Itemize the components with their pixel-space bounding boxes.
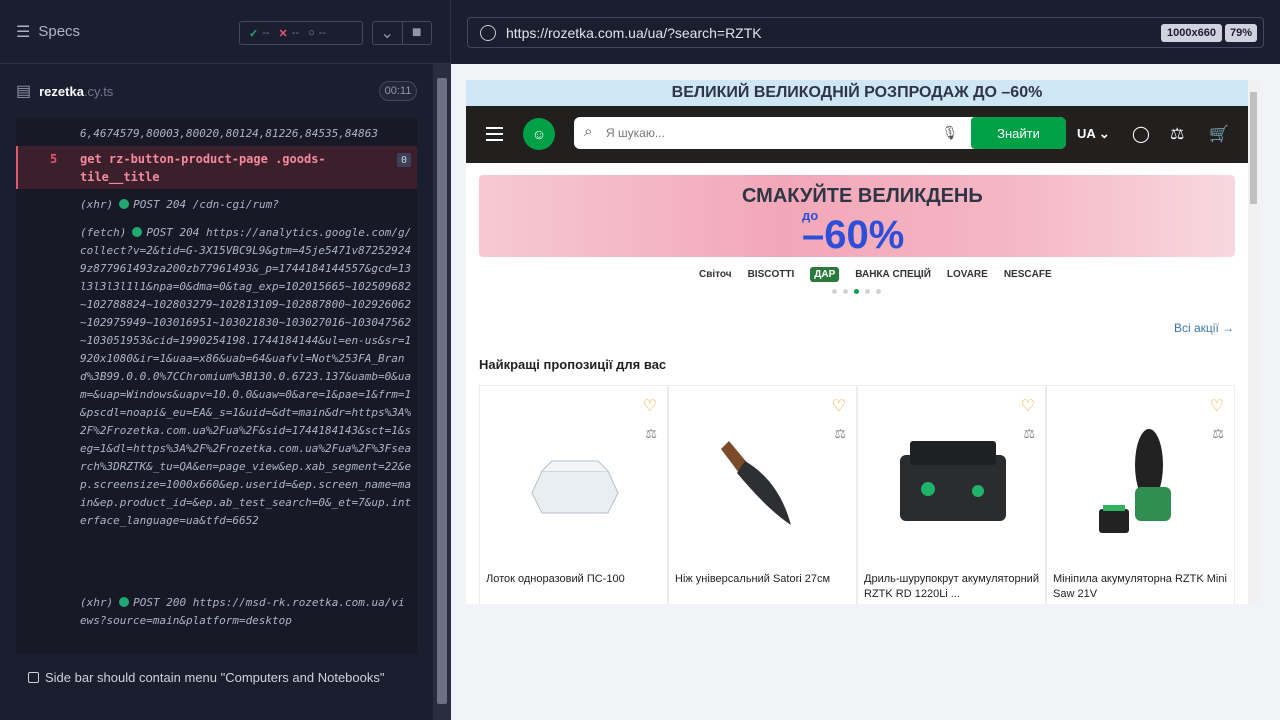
product-title[interactable]: Лоток одноразовий ПС-100 [486, 572, 661, 587]
banner-title: СМАКУЙТЕ ВЕЛИКДЕНЬ [742, 185, 983, 207]
product-title[interactable]: Мініпила акумуляторна RZTK Mini Saw 21V [1053, 572, 1228, 602]
menu-icon[interactable] [486, 127, 503, 141]
search-input[interactable]: Я шукаю... [606, 126, 665, 140]
stop-icon[interactable]: ■ [401, 22, 432, 44]
user-icon[interactable]: ◯ [1132, 124, 1152, 144]
search-icon: ⌕ [584, 123, 593, 140]
command-number: 5 [50, 152, 58, 166]
file-icon: ▤ [16, 83, 32, 100]
failed-count: -- [291, 27, 300, 39]
cart-icon[interactable]: 🛒 [1209, 124, 1229, 144]
site-scrollbar[interactable] [1248, 80, 1259, 604]
mic-icon[interactable]: 🎙 [941, 125, 958, 141]
brand-6[interactable]: NESCAFE [1004, 269, 1052, 280]
product-image [1099, 429, 1171, 533]
command-get[interactable]: 5 get rz-button-product-page .goods-tile… [16, 146, 417, 189]
brand-4[interactable]: ВАНКА СПЕЦІЙ [855, 269, 931, 280]
spec-file-name: rezetka [39, 83, 84, 99]
logo-icon[interactable]: ☺ [523, 118, 555, 150]
product-card[interactable]: ♡ ⚖ Лоток одноразовий ПС-100 [479, 385, 668, 604]
compare-icon[interactable]: ⚖ [1170, 124, 1190, 144]
test-title-text: Side bar should contain menu "Computers … [45, 670, 385, 685]
specs-label[interactable]: Specs [38, 23, 80, 40]
product-title[interactable]: Ніж універсальний Satori 27см [675, 572, 850, 587]
language-select[interactable]: UA ⌄ [1077, 126, 1110, 142]
carousel-dots[interactable] [832, 289, 881, 294]
passed-count: -- [262, 27, 270, 39]
status-dot-icon [119, 199, 130, 209]
compare-icon[interactable]: ⚖ [1023, 426, 1035, 442]
test-stats: ✓ -- ✕ -- ○ -- [239, 21, 363, 45]
all-promos-link[interactable]: Всі акції → [1174, 321, 1234, 335]
site-frame: ВЕЛИКИЙ ВЕЛИКОДНІЙ РОЗПРОДАЖ ДО –60% ☺ ⌕… [466, 80, 1259, 604]
search-box[interactable]: ⌕ Я шукаю... 🎙 Знайти [574, 117, 1066, 149]
spec-file-ext: .cy.ts [83, 83, 114, 99]
url-bar[interactable]: https://rozetka.com.ua/ua/?search=RZTK 1… [467, 17, 1264, 48]
brand-row: Світоч BISCOTTI ДАР ВАНКА СПЕЦІЙ LOVARE … [699, 267, 1052, 282]
command-text: get rz-button-product-page .goods-tile__… [80, 152, 326, 184]
compare-icon[interactable]: ⚖ [1212, 426, 1224, 442]
compare-icon[interactable]: ⚖ [834, 426, 846, 442]
heart-icon[interactable]: ♡ [832, 396, 846, 416]
log-url: https://analytics.google.com/g/collect?v… [80, 226, 412, 527]
compare-icon[interactable]: ⚖ [645, 426, 657, 442]
brand-2[interactable]: BISCOTTI [748, 269, 795, 280]
command-log[interactable]: 6,4674579,80003,80020,80124,81226,84535,… [16, 118, 417, 654]
log-scrollbar[interactable] [433, 64, 451, 720]
promo-banner[interactable]: СМАКУЙТЕ ВЕЛИКДЕНЬ до –60% [479, 175, 1235, 257]
url-text: https://rozetka.com.ua/ua/?search=RZTK [506, 24, 762, 41]
product-image [900, 441, 1006, 521]
log-entry-xhr[interactable]: (xhr) POST 204 /cdn-cgi/rum? [80, 196, 410, 214]
banner-discount: –60% [802, 213, 905, 257]
log-entry-fetch[interactable]: (fetch) POST 204 https://analytics.google… [80, 224, 413, 530]
status-dot-icon [132, 227, 143, 237]
heart-icon[interactable]: ♡ [1210, 396, 1224, 416]
heart-icon[interactable]: ♡ [643, 396, 657, 416]
specs-header: ☰ Specs ✓ -- ✕ -- ○ -- ⌄ ■ [0, 0, 450, 64]
log-type: (xhr) [80, 596, 114, 609]
section-title: Найкращі пропозиції для вас [479, 357, 667, 372]
command-badge: 0 [397, 153, 411, 167]
test-status-icon [28, 672, 39, 683]
pending-count: -- [318, 27, 327, 39]
product-card[interactable]: ♡ ⚖ Ніж універсальний Satori 27см [668, 385, 857, 604]
brand-5[interactable]: LOVARE [947, 269, 988, 280]
product-image [721, 441, 791, 525]
chevron-down-icon[interactable]: ⌄ [373, 22, 402, 44]
viewport-badge[interactable]: 1000x660 [1161, 24, 1222, 42]
app-preview: https://rozetka.com.ua/ua/?search=RZTK 1… [451, 0, 1280, 720]
spec-file-bar: ▤ rezetka .cy.ts 00:11 [16, 78, 417, 104]
heart-icon[interactable]: ♡ [1021, 396, 1035, 416]
search-button[interactable]: Знайти [971, 117, 1066, 149]
passed-icon: ✓ [249, 27, 259, 40]
promo-strip[interactable]: ВЕЛИКИЙ ВЕЛИКОДНІЙ РОЗПРОДАЖ ДО –60% [466, 80, 1248, 106]
scrollbar-thumb[interactable] [437, 78, 447, 704]
specs-menu-icon[interactable]: ☰ [16, 22, 30, 42]
failed-icon: ✕ [278, 27, 288, 40]
run-controls: ⌄ ■ [372, 21, 432, 45]
scrollbar-thumb[interactable] [1250, 92, 1257, 204]
log-entry-xhr-2[interactable]: (xhr) POST 200 https://msd-rk.rozetka.com… [80, 594, 410, 630]
log-head: POST 204 [146, 226, 200, 239]
run-timer: 00:11 [379, 81, 417, 101]
log-type: (fetch) [80, 226, 127, 239]
log-top-line: 6,4674579,80003,80020,80124,81226,84535,… [80, 127, 379, 140]
brand-3[interactable]: ДАР [810, 267, 840, 282]
globe-icon [480, 24, 496, 41]
pending-icon: ○ [308, 27, 315, 39]
product-card[interactable]: ♡ ⚖ Мініпила акумуляторна RZTK Mini Saw … [1046, 385, 1235, 604]
site-header: ☺ ⌕ Я шукаю... 🎙 Знайти UA ⌄ ◯ ⚖ 🛒 [466, 106, 1248, 163]
product-image [531, 460, 619, 514]
status-dot-icon [119, 597, 130, 607]
brand-1[interactable]: Світоч [699, 269, 732, 280]
product-title[interactable]: Дриль-шурупокрут акумуляторний RZTK RD 1… [864, 572, 1039, 602]
log-type: (xhr) [80, 198, 114, 211]
log-text: POST 204 /cdn-cgi/rum? [133, 198, 279, 211]
cypress-runner-panel: ☰ Specs ✓ -- ✕ -- ○ -- ⌄ ■ ▤ rezetka .cy.ts… [0, 0, 451, 720]
product-list: ♡ ⚖ Лоток одноразовий ПС-100 ♡ ⚖ Ніж уні… [479, 385, 1235, 604]
product-card[interactable]: ♡ ⚖ Дриль-шурупокрут акумуляторний RZTK … [857, 385, 1046, 604]
zoom-badge[interactable]: 79% [1224, 24, 1257, 42]
test-title[interactable]: Side bar should contain menu "Computers … [28, 670, 385, 685]
